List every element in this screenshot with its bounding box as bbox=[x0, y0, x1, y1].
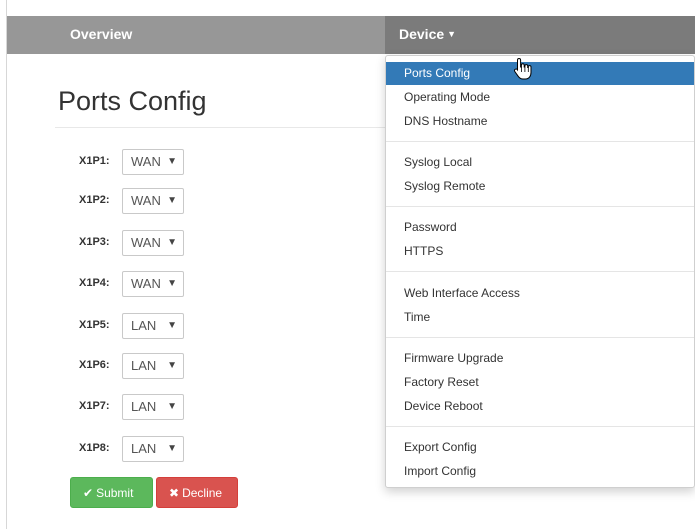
port-label: X1P1: bbox=[79, 155, 110, 167]
nav-overview[interactable]: Overview bbox=[70, 16, 132, 54]
port-select-value: WAN bbox=[131, 193, 161, 208]
chevron-down-icon: ▼ bbox=[167, 237, 177, 248]
menu-item-ports-config[interactable]: Ports Config bbox=[386, 62, 694, 85]
chevron-down-icon: ▼ bbox=[167, 195, 177, 206]
port-label: X1P4: bbox=[79, 277, 110, 289]
chevron-down-icon: ▼ bbox=[167, 443, 177, 454]
menu-divider bbox=[386, 141, 694, 142]
chevron-down-icon: ▼ bbox=[167, 320, 177, 331]
nav-device-label: Device bbox=[399, 26, 445, 42]
menu-item-firmware-upgrade[interactable]: Firmware Upgrade bbox=[386, 347, 694, 370]
port-select[interactable]: LAN ▼ bbox=[122, 353, 184, 379]
menu-divider bbox=[386, 206, 694, 207]
port-label: X1P8: bbox=[79, 442, 110, 454]
menu-item-dns-hostname[interactable]: DNS Hostname bbox=[386, 110, 694, 133]
menu-item-password[interactable]: Password bbox=[386, 216, 694, 239]
menu-item-export-config[interactable]: Export Config bbox=[386, 436, 694, 459]
decline-button-label: Decline bbox=[182, 486, 223, 500]
port-select[interactable]: WAN ▼ bbox=[122, 188, 184, 214]
menu-item-web-interface-access[interactable]: Web Interface Access bbox=[386, 282, 694, 305]
top-navbar: Overview Device ▼ bbox=[7, 16, 695, 54]
menu-item-operating-mode[interactable]: Operating Mode bbox=[386, 86, 694, 109]
chevron-down-icon: ▼ bbox=[167, 156, 177, 167]
caret-down-icon: ▼ bbox=[447, 29, 457, 39]
check-icon: ✔ bbox=[83, 486, 94, 500]
x-icon: ✖ bbox=[169, 486, 180, 500]
port-label: X1P5: bbox=[79, 319, 110, 331]
device-dropdown-menu: Ports Config Operating Mode DNS Hostname… bbox=[385, 55, 695, 488]
port-select[interactable]: LAN ▼ bbox=[122, 436, 184, 462]
title-divider bbox=[55, 127, 385, 128]
port-select[interactable]: WAN ▼ bbox=[122, 271, 184, 297]
port-select-value: WAN bbox=[131, 235, 161, 250]
menu-item-time[interactable]: Time bbox=[386, 306, 694, 329]
menu-divider bbox=[386, 337, 694, 338]
menu-divider bbox=[386, 271, 694, 272]
submit-button-label: Submit bbox=[96, 486, 134, 500]
port-select[interactable]: WAN ▼ bbox=[122, 149, 184, 175]
menu-item-import-config[interactable]: Import Config bbox=[386, 460, 694, 483]
port-select-value: LAN bbox=[131, 358, 157, 373]
nav-device-dropdown-toggle[interactable]: Device ▼ bbox=[385, 16, 695, 54]
port-select[interactable]: WAN ▼ bbox=[122, 230, 184, 256]
port-select-value: LAN bbox=[131, 399, 157, 414]
menu-item-syslog-local[interactable]: Syslog Local bbox=[386, 151, 694, 174]
chevron-down-icon: ▼ bbox=[167, 360, 177, 371]
menu-item-syslog-remote[interactable]: Syslog Remote bbox=[386, 175, 694, 198]
port-select-value: WAN bbox=[131, 276, 161, 291]
hand-pointer-icon bbox=[513, 57, 532, 80]
port-label: X1P6: bbox=[79, 359, 110, 371]
menu-divider bbox=[386, 426, 694, 427]
port-select[interactable]: LAN ▼ bbox=[122, 394, 184, 420]
window-top-edge bbox=[7, 0, 695, 17]
port-select-value: LAN bbox=[131, 318, 157, 333]
submit-button[interactable]: ✔ Submit bbox=[70, 477, 153, 508]
port-select-value: WAN bbox=[131, 154, 161, 169]
chevron-down-icon: ▼ bbox=[167, 401, 177, 412]
port-label: X1P3: bbox=[79, 236, 110, 248]
decline-button[interactable]: ✖ Decline bbox=[156, 477, 238, 508]
port-select-value: LAN bbox=[131, 441, 157, 456]
menu-item-factory-reset[interactable]: Factory Reset bbox=[386, 371, 694, 394]
port-select[interactable]: LAN ▼ bbox=[122, 313, 184, 339]
chevron-down-icon: ▼ bbox=[167, 278, 177, 289]
menu-item-device-reboot[interactable]: Device Reboot bbox=[386, 395, 694, 418]
port-label: X1P7: bbox=[79, 400, 110, 412]
port-label: X1P2: bbox=[79, 194, 110, 206]
window-left-edge bbox=[0, 0, 7, 529]
menu-item-https[interactable]: HTTPS bbox=[386, 240, 694, 263]
page-title: Ports Config bbox=[58, 86, 207, 116]
